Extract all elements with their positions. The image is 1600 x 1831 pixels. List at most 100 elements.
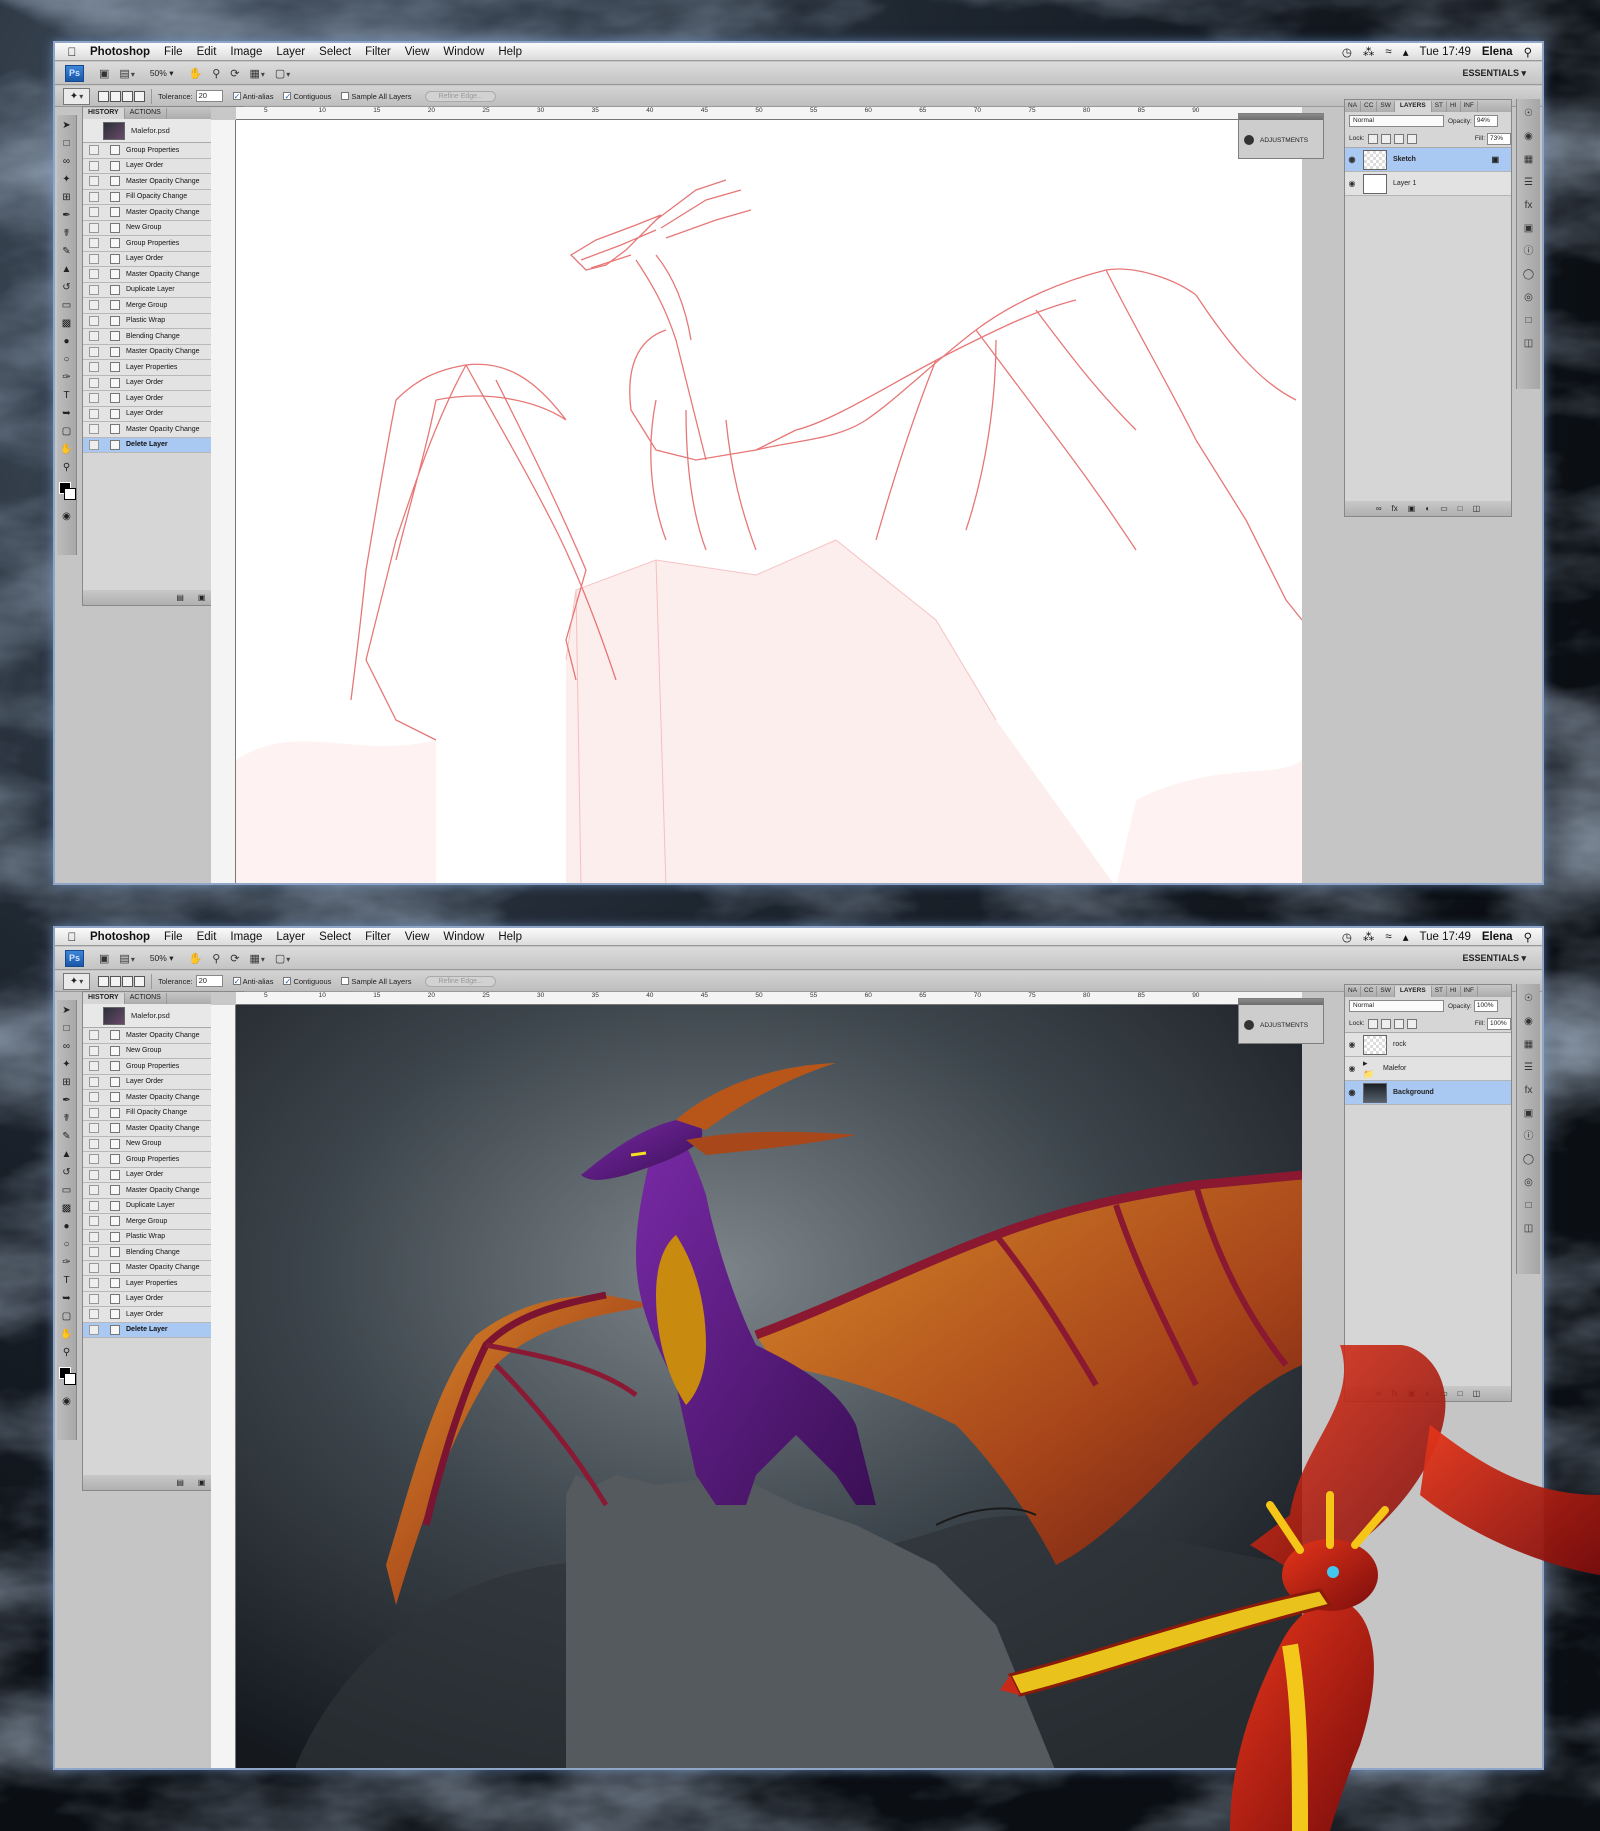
layer-row[interactable]: ◉ ▸ 📁 Malefor [1345, 1057, 1511, 1081]
magic-wand-tool-icon[interactable]: ✦ [60, 172, 74, 187]
tab-na[interactable]: NA [1345, 101, 1362, 112]
menu-file[interactable]: File [164, 931, 183, 943]
bluetooth-icon[interactable]: ⁂ [1363, 930, 1375, 944]
quick-mask-icon[interactable]: ◉ [60, 509, 74, 524]
new-document-icon[interactable]: ▤ [176, 593, 184, 602]
pen-tool-icon[interactable]: ✑ [60, 1255, 74, 1270]
tab-sw[interactable]: SW [1377, 986, 1395, 997]
menu-select[interactable]: Select [319, 46, 351, 58]
selection-mode-buttons[interactable] [98, 90, 145, 102]
rotate-view-icon[interactable]: ⟳ [230, 67, 239, 80]
time-machine-icon[interactable]: ◷ [1342, 930, 1352, 944]
tab-history[interactable]: HISTORY [83, 108, 125, 119]
histogram-panel-icon[interactable]: ▣ [1521, 221, 1537, 237]
brush-tool-icon[interactable]: ✎ [60, 1129, 74, 1144]
blur-tool-icon[interactable]: ● [60, 1219, 74, 1234]
menu-file[interactable]: File [164, 46, 183, 58]
path-select-tool-icon[interactable]: ➥ [60, 406, 74, 421]
swatches-panel-icon[interactable]: ▦ [1521, 1037, 1537, 1053]
marquee-tool-icon[interactable]: □ [60, 136, 74, 151]
lasso-tool-icon[interactable]: ∞ [60, 1039, 74, 1054]
menu-edit[interactable]: Edit [197, 931, 217, 943]
menu-view[interactable]: View [405, 46, 430, 58]
refine-edge-button[interactable]: Refine Edge... [425, 975, 496, 987]
lock-image-icon[interactable] [1380, 1018, 1391, 1029]
zoom-tool-icon[interactable]: ⚲ [60, 460, 74, 475]
type-tool-icon[interactable]: T [60, 388, 74, 403]
mask-icon[interactable]: ▣ [1408, 504, 1416, 513]
transform-panel-icon[interactable]: □ [1521, 1198, 1537, 1214]
tolerance-input[interactable]: 20 [195, 975, 223, 987]
tolerance-input[interactable]: 20 [195, 90, 223, 102]
camera-icon[interactable]: ▣ [198, 1478, 206, 1487]
volume-icon[interactable]: ▴ [1403, 45, 1409, 59]
color-swatches[interactable] [58, 481, 76, 503]
selection-mode-buttons[interactable] [98, 975, 145, 987]
delete-layer-icon[interactable]: ◫ [1473, 504, 1481, 513]
dodge-tool-icon[interactable]: ○ [60, 1237, 74, 1252]
adjustment-layer-icon[interactable]: ◐ [1425, 504, 1430, 513]
view-extras-icon[interactable]: ▤▾ [119, 952, 134, 965]
dodge-tool-icon[interactable]: ○ [60, 352, 74, 367]
menu-edit[interactable]: Edit [197, 46, 217, 58]
histogram-panel-icon[interactable]: ▣ [1521, 1106, 1537, 1122]
menu-image[interactable]: Image [230, 931, 262, 943]
ps-logo-icon[interactable]: Ps [65, 949, 84, 967]
layer-row[interactable]: ◉ Sketch ▣ [1345, 148, 1511, 172]
volume-icon[interactable]: ▴ [1403, 930, 1409, 944]
bridge-icon[interactable]: ▣ [99, 952, 109, 965]
layer-row[interactable]: ◉ Background [1345, 1081, 1511, 1105]
menu-view[interactable]: View [405, 931, 430, 943]
clone-source-panel-icon[interactable]: ◎ [1521, 1175, 1537, 1191]
lock-image-icon[interactable] [1380, 133, 1391, 144]
visibility-eye-icon[interactable]: ◉ [1345, 179, 1359, 188]
menu-help[interactable]: Help [498, 46, 522, 58]
eyedropper-tool-icon[interactable]: ✒ [60, 1093, 74, 1108]
menu-image[interactable]: Image [230, 46, 262, 58]
zoom-tool-icon[interactable]: ⚲ [212, 67, 220, 80]
lock-position-icon[interactable] [1393, 1018, 1404, 1029]
history-brush-tool-icon[interactable]: ↺ [60, 280, 74, 295]
layers-panel-icon[interactable]: ☰ [1521, 1060, 1537, 1076]
clock[interactable]: Tue 17:49 [1420, 931, 1471, 943]
eraser-tool-icon[interactable]: ▭ [60, 298, 74, 313]
tab-actions[interactable]: ACTIONS [125, 993, 167, 1004]
magic-wand-tool-icon[interactable]: ✦ [60, 1057, 74, 1072]
history-brush-tool-icon[interactable]: ↺ [60, 1165, 74, 1180]
tab-history[interactable]: HISTORY [83, 993, 125, 1004]
tab-layers[interactable]: LAYERS [1394, 101, 1432, 112]
gradient-tool-icon[interactable]: ▩ [60, 316, 74, 331]
apple-icon[interactable]:  [61, 930, 83, 944]
info-panel-icon[interactable]: ⓘ [1521, 244, 1537, 260]
tab-cc[interactable]: CC [1361, 986, 1378, 997]
menu-select[interactable]: Select [319, 931, 351, 943]
tab-inf[interactable]: INF [1461, 101, 1478, 112]
opacity-input[interactable]: 100% [1473, 1000, 1498, 1012]
menu-app-photoshop[interactable]: Photoshop [90, 46, 150, 58]
info-panel-icon[interactable]: ⓘ [1521, 1129, 1537, 1145]
masks-panel-icon[interactable]: ◫ [1521, 336, 1537, 352]
type-tool-icon[interactable]: T [60, 1273, 74, 1288]
visibility-eye-icon[interactable]: ◉ [1345, 155, 1359, 164]
blend-mode-select[interactable]: Normal [1349, 1000, 1444, 1012]
visibility-eye-icon[interactable]: ◉ [1345, 1088, 1359, 1097]
lock-all-icon[interactable] [1406, 133, 1417, 144]
adjustments-button[interactable]: ADJUSTMENTS [1239, 1005, 1323, 1045]
clone-stamp-tool-icon[interactable]: ▲ [60, 1147, 74, 1162]
styles-panel-icon[interactable]: fx [1521, 1083, 1537, 1099]
brushes-panel-icon[interactable]: ◯ [1521, 267, 1537, 283]
lock-all-icon[interactable] [1406, 1018, 1417, 1029]
lock-transparent-icon[interactable] [1367, 1018, 1378, 1029]
menu-app-photoshop[interactable]: Photoshop [90, 931, 150, 943]
wifi-icon[interactable]: ≈ [1385, 46, 1391, 58]
brushes-panel-icon[interactable]: ◯ [1521, 1152, 1537, 1168]
screen-mode-icon[interactable]: ▢▾ [275, 67, 290, 80]
transform-panel-icon[interactable]: □ [1521, 313, 1537, 329]
tab-actions[interactable]: ACTIONS [125, 108, 167, 119]
wifi-icon[interactable]: ≈ [1385, 931, 1391, 943]
shape-tool-icon[interactable]: ▢ [60, 424, 74, 439]
tab-inf[interactable]: INF [1461, 986, 1478, 997]
crop-tool-icon[interactable]: ⊞ [60, 190, 74, 205]
tab-na[interactable]: NA [1345, 986, 1362, 997]
anti-alias-checkbox[interactable]: ✓ Anti-alias [232, 977, 273, 986]
